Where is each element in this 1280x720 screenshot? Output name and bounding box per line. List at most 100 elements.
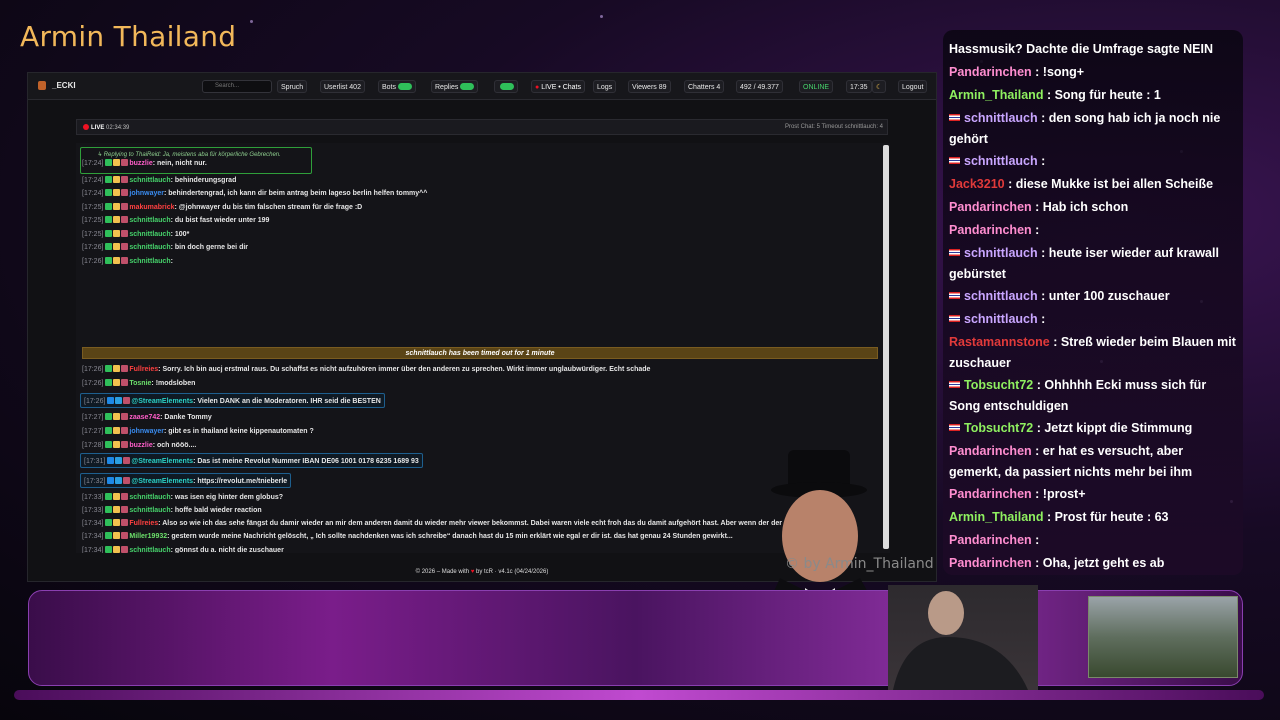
badge-icon [113,427,121,434]
message-time: [17:26] [82,366,104,373]
username[interactable]: buzzlie [129,442,152,449]
theme-toggle-icon[interactable]: ☾ [872,80,887,93]
username[interactable]: @StreamElements [131,398,193,405]
username[interactable]: schnittlauch [129,547,170,553]
message-time: [17:28] [82,442,104,449]
messages-count: 492 / 49.377 [736,80,783,93]
message-time: [17:34] [82,547,104,553]
avatar-icon [121,532,129,539]
message-time: [17:24] [82,190,104,197]
username[interactable]: Pandarinchen [949,65,1032,79]
timeout-notice: schnittlauch has been timed out for 1 mi… [82,347,878,359]
message-time: [17:34] [82,533,104,540]
username[interactable]: Rastamannstone [949,335,1050,349]
side-chat-message: Pandarinchen : [949,530,1237,551]
username[interactable]: Tobsucht72 [964,378,1033,392]
username[interactable]: @StreamElements [131,458,193,465]
side-chat-message: schnittlauch : den song hab ich ja noch … [949,108,1237,150]
username[interactable]: Tobsucht72 [964,421,1033,435]
avatar-icon [121,230,129,237]
username[interactable]: @StreamElements [131,478,193,485]
message-text: : !prost+ [1031,487,1086,501]
chat-message: [17:24] schnittlauch: behinderungsgrad [82,176,237,184]
username[interactable]: buzzlie [129,160,152,167]
username[interactable]: Pandarinchen [949,223,1032,237]
message-time: [17:25] [82,217,104,224]
username[interactable]: Fullreies [129,520,158,527]
username[interactable]: johnwayer [129,428,164,435]
live-chats-button[interactable]: ● LIVE • Chats [531,80,585,93]
username[interactable]: johnwayer [129,190,164,197]
footer-text: © 2026 – Made with [415,569,470,575]
avatar-icon [121,493,129,500]
bots-button[interactable]: Bots [378,80,417,93]
username[interactable]: Armin_Thailand [949,510,1043,524]
username[interactable]: schnittlauch [129,177,170,184]
badge-icon [107,477,115,484]
badge-icon [105,230,113,237]
message-time: [17:33] [82,507,104,514]
username[interactable]: schnittlauch [964,154,1038,168]
search-input[interactable]: Search... [202,80,272,93]
spruch-button[interactable]: Spruch [277,80,308,93]
replies-button[interactable]: Replies [431,80,479,93]
username[interactable]: schnittlauch [129,217,170,224]
username[interactable]: Pandarinchen [949,444,1032,458]
username[interactable]: schnittlauch [964,111,1038,125]
avatar-icon [121,413,129,420]
username[interactable]: schnittlauch [129,258,170,265]
username[interactable]: Armin_Thailand [949,88,1043,102]
username[interactable]: schnittlauch [129,507,170,514]
chat-message: [17:25] schnittlauch: 100* [82,230,190,238]
message-text: : !song+ [1031,65,1085,79]
badge-icon [105,257,113,264]
username[interactable]: Tosnie [129,380,151,387]
message-text: Das ist meine Revolut Nummer IBAN DE06 1… [197,458,419,465]
username[interactable]: schnittlauch [129,494,170,501]
message-text: behinderungsgrad [174,177,237,184]
username[interactable]: schnittlauch [129,231,170,238]
username[interactable]: Pandarinchen [949,487,1032,501]
bottom-glow-bar [14,690,1264,700]
username[interactable]: Pandarinchen [949,556,1032,570]
badge-icon [113,532,121,539]
logs-button[interactable]: Logs [593,80,617,93]
viewers-button[interactable]: Viewers 89 [628,80,671,93]
username[interactable]: Fullreies [129,366,158,373]
side-chat-message: schnittlauch : unter 100 zuschauer [949,286,1237,307]
message-text: : Oha, jetzt geht es ab [1031,556,1165,570]
badge-icon [105,532,113,539]
mod-toggle[interactable] [500,83,514,90]
username[interactable]: makumabrick [129,204,174,211]
badge-icon [105,546,113,553]
logout-button[interactable]: Logout [898,80,928,93]
side-chat-message: Armin_Thailand : Song für heute : 1 [949,85,1237,106]
username[interactable]: Pandarinchen [949,200,1032,214]
avatar-icon [121,216,129,223]
brand-label: _ECKI [52,81,76,90]
username[interactable]: schnittlauch [964,246,1038,260]
bots-toggle[interactable] [398,83,413,90]
mod-toggle-button[interactable] [494,80,518,93]
brand[interactable]: _ECKI [38,81,76,90]
badge-icon [105,413,113,420]
badge-icon [113,365,121,372]
message-text: : [1037,312,1046,326]
userlist-button[interactable]: Userlist 402 [320,80,365,93]
logo-icon [38,81,46,90]
message-text: !modsloben [155,380,196,387]
username[interactable]: schnittlauch [964,312,1038,326]
username[interactable]: Jack3210 [949,177,1005,191]
replies-toggle[interactable] [460,83,475,90]
clock: 17:35 [846,80,872,93]
username[interactable]: schnittlauch [129,244,170,251]
username[interactable]: zaase742 [129,414,160,421]
username[interactable]: Miller19932 [129,533,167,540]
message-time: [17:32] [84,478,106,485]
chatters-button[interactable]: Chatters 4 [684,80,725,93]
badge-icon [113,203,121,210]
username[interactable]: schnittlauch [964,289,1038,303]
badge-icon [113,493,121,500]
username[interactable]: Pandarinchen [949,533,1032,547]
message-text: : Song für heute : 1 [1043,88,1161,102]
